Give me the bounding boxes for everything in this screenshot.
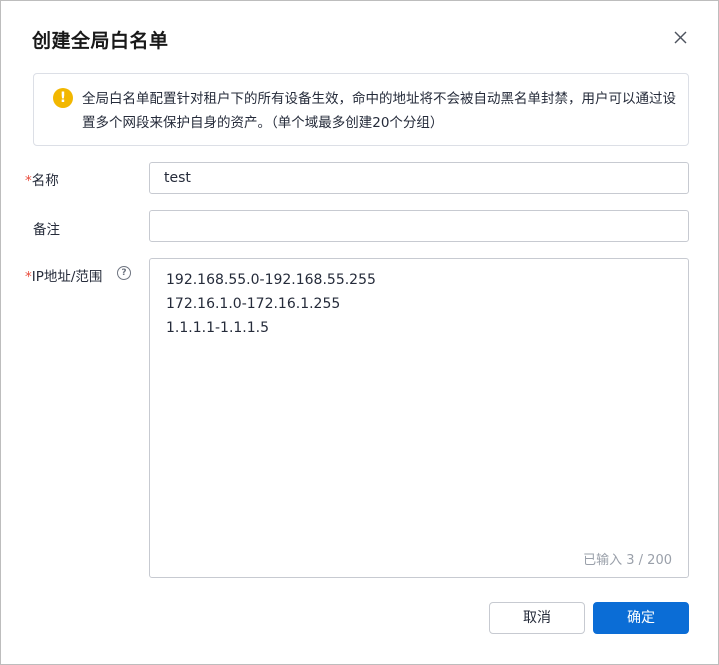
dialog-title: 创建全局白名单	[32, 30, 169, 52]
char-counter: 已输入 3 / 200	[583, 553, 672, 568]
confirm-button[interactable]: 确定	[593, 602, 689, 634]
ip-lines: 192.168.55.0-192.168.55.255 172.16.1.0-1…	[166, 268, 376, 340]
create-whitelist-dialog: 创建全局白名单 ! 全局白名单配置针对租户下的所有设备生效，命中的地址将不会被自…	[0, 0, 719, 665]
ip-line: 192.168.55.0-192.168.55.255	[166, 272, 376, 288]
name-input[interactable]: test	[149, 162, 689, 194]
required-mark: *	[25, 269, 32, 285]
close-icon[interactable]	[671, 28, 691, 48]
ip-label-text: IP地址/范围	[31, 269, 103, 285]
remark-label: 备注	[33, 222, 60, 238]
cancel-button[interactable]: 取消	[489, 602, 585, 634]
ip-line: 172.16.1.0-172.16.1.255	[166, 296, 341, 312]
question-circle-icon[interactable]: ?	[117, 266, 131, 280]
required-mark: *	[25, 173, 32, 189]
ip-line: 1.1.1.1-1.1.1.5	[166, 320, 270, 336]
notice-box: ! 全局白名单配置针对租户下的所有设备生效，命中的地址将不会被自动黑名单封禁，用…	[33, 73, 689, 146]
warning-icon: !	[53, 88, 73, 108]
ip-label: *IP地址/范围	[25, 265, 102, 285]
remark-input[interactable]	[149, 210, 689, 242]
notice-text: 全局白名单配置针对租户下的所有设备生效，命中的地址将不会被自动黑名单封禁，用户可…	[82, 91, 676, 131]
name-label-text: 名称	[31, 173, 59, 189]
ip-range-textarea[interactable]: 192.168.55.0-192.168.55.255 172.16.1.0-1…	[149, 258, 689, 578]
name-label: *名称	[25, 169, 59, 189]
